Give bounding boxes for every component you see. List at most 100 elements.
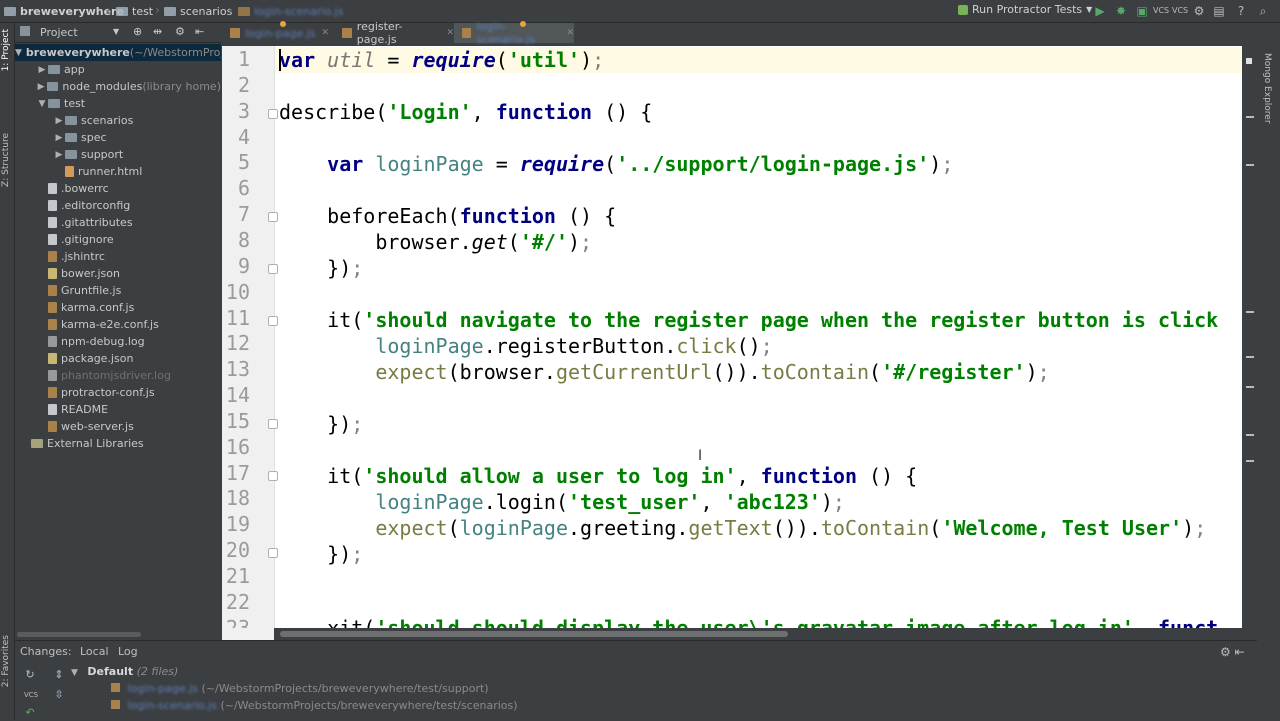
sync-icon[interactable]: ⊕ [133, 25, 142, 38]
chevron-right-icon[interactable]: ▶ [53, 133, 65, 143]
project-tree-item[interactable]: karma.conf.js [15, 299, 221, 316]
vcs-update-icon[interactable]: VCS [1153, 4, 1169, 18]
breadcrumb-file[interactable]: login-scenario.js [238, 4, 343, 18]
debug-icon[interactable]: ✸ [1114, 4, 1128, 18]
project-tree-item[interactable]: ▼breweverywhere (~/WebstormProjects/brew… [15, 44, 221, 61]
editor-horizontal-scrollbar[interactable] [222, 628, 1242, 640]
project-tree-item[interactable]: .jshintrc [15, 248, 221, 265]
run-configuration-select[interactable]: Run Protractor Tests ▼ [958, 3, 1092, 16]
project-tree-item[interactable]: bower.json [15, 265, 221, 282]
chevron-right-icon[interactable]: ▶ [35, 82, 47, 92]
code-editor[interactable]: 1 2 3 4 5 6 7 8 9 10 11 12 13 14 15 16 17 18 19 20 21 22 23 va… [222, 46, 1242, 628]
fold-marker-icon[interactable] [268, 548, 278, 559]
project-tree-item[interactable]: README [15, 401, 221, 418]
tab-label: register-page.js [356, 20, 403, 46]
project-tree-item[interactable]: package.json [15, 350, 221, 367]
gear-icon[interactable]: ⚙ ⇤ [1220, 645, 1245, 659]
project-tree-item[interactable]: ▶ app [15, 61, 221, 78]
project-tree-item[interactable]: ▶ node_modules (library home) [15, 78, 221, 95]
change-marker[interactable] [1246, 460, 1254, 462]
editor-error-stripe[interactable] [1242, 46, 1256, 628]
change-marker[interactable] [1246, 356, 1254, 358]
project-tree-item[interactable]: npm-debug.log [15, 333, 221, 350]
fold-marker-icon[interactable] [268, 263, 278, 274]
change-marker[interactable] [1246, 386, 1254, 388]
project-tool-button[interactable]: 1: Project [1, 29, 11, 71]
scrollbar-thumb[interactable] [280, 631, 788, 637]
fold-marker-icon[interactable] [268, 470, 278, 481]
breadcrumb-scenarios[interactable]: scenarios [164, 4, 232, 18]
gear-icon[interactable]: ⚙ [175, 25, 185, 38]
tab-log[interactable]: Log [118, 645, 138, 658]
project-tree-item[interactable]: .gitignore [15, 231, 221, 248]
rollback-icon[interactable]: ↶ [24, 707, 36, 719]
search-icon[interactable]: ⌕ [1256, 4, 1270, 18]
tree-item-label: karma.conf.js [61, 301, 135, 314]
project-tree-item[interactable]: karma-e2e.conf.js [15, 316, 221, 333]
project-structure-icon[interactable]: ▤ [1212, 4, 1226, 18]
tab-label: login-page.js [245, 26, 316, 40]
project-tree-item[interactable]: runner.html [15, 163, 221, 180]
tree-item-label: External Libraries [47, 437, 144, 450]
changed-file-row[interactable]: login-page.js (~/WebstormProjects/brewev… [111, 682, 489, 695]
project-tree-item[interactable]: ▶ spec [15, 129, 221, 146]
collapse-icon[interactable]: ⇹ [153, 25, 162, 38]
close-icon[interactable]: ✕ [566, 28, 574, 38]
tree-item-label: bower.json [61, 267, 120, 280]
project-horizontal-scrollbar[interactable] [15, 629, 221, 639]
project-tree-item[interactable]: protractor-conf.js [15, 384, 221, 401]
chevron-right-icon[interactable]: ▶ [36, 65, 48, 75]
favorites-tool-button[interactable]: 2: Favorites [1, 635, 11, 687]
hide-icon[interactable]: ⇤ [195, 25, 204, 38]
tab-local[interactable]: Local [80, 645, 109, 658]
change-marker[interactable] [1246, 434, 1254, 436]
structure-tool-button[interactable]: Z: Structure [1, 133, 11, 187]
project-tree-item[interactable]: .editorconfig [15, 197, 221, 214]
chevron-right-icon[interactable]: ▶ [53, 150, 65, 160]
breadcrumb-test[interactable]: test [116, 4, 153, 18]
changelist-default[interactable]: ▼ Default (2 files) [71, 665, 178, 678]
breadcrumb-label: login-scenario.js [254, 4, 344, 18]
change-marker[interactable] [1246, 116, 1254, 118]
tree-item-label: .gitignore [61, 233, 114, 246]
vcs-commit-icon[interactable]: VCS [24, 689, 38, 701]
help-icon[interactable]: ? [1234, 4, 1248, 18]
run-icon[interactable]: ▶ [1093, 4, 1107, 18]
project-view-select[interactable]: Project [40, 26, 78, 39]
js-file-icon [342, 28, 352, 38]
project-tree-item[interactable]: ▶ support [15, 146, 221, 163]
vcs-commit-icon[interactable]: VCS [1172, 4, 1188, 18]
chevron-down-icon[interactable]: ▼ [113, 27, 119, 36]
expand-all-icon[interactable]: ⇕ [53, 669, 65, 681]
refresh-icon[interactable]: ↻ [24, 669, 36, 681]
project-tree-item[interactable]: External Libraries [15, 435, 221, 452]
mongo-explorer-button[interactable]: Mongo Explorer [1262, 53, 1272, 124]
project-tree-item[interactable]: web-server.js [15, 418, 221, 435]
project-tree-item[interactable]: phantomjsdriver.log [15, 367, 221, 384]
project-tree-item[interactable]: ▼ test [15, 95, 221, 112]
line-number: 19 [225, 512, 250, 537]
fold-marker-icon[interactable] [268, 212, 278, 223]
changed-file-row[interactable]: login-scenario.js (~/WebstormProjects/br… [111, 699, 518, 712]
close-icon[interactable]: ✕ [322, 28, 330, 38]
project-tree-item[interactable]: Gruntfile.js [15, 282, 221, 299]
coverage-icon[interactable]: ▣ [1135, 4, 1149, 18]
project-tree-item[interactable]: ▶ scenarios [15, 112, 221, 129]
tab-login-scenario[interactable]: login-scenario.js ✕ [454, 20, 574, 46]
tab-login-page[interactable]: login-page.js ✕ [222, 23, 334, 43]
project-tree-item[interactable]: .bowerrc [15, 180, 221, 197]
collapse-all-icon[interactable]: ⇳ [53, 689, 65, 701]
fold-marker-icon[interactable] [268, 108, 278, 119]
close-icon[interactable]: ✕ [446, 28, 454, 38]
change-marker[interactable] [1246, 164, 1254, 166]
fold-marker-icon[interactable] [268, 418, 278, 429]
project-tree-item[interactable]: .gitattributes [15, 214, 221, 231]
change-marker[interactable] [1246, 311, 1254, 313]
chevron-right-icon[interactable]: ▶ [53, 116, 65, 126]
settings-icon[interactable]: ⚙ [1192, 4, 1206, 18]
chevron-down-icon[interactable]: ▼ [36, 99, 48, 109]
chevron-down-icon[interactable]: ▼ [15, 48, 22, 58]
tab-register-page[interactable]: register-page.js ✕ [334, 20, 454, 46]
js-file-icon [462, 28, 472, 38]
fold-marker-icon[interactable] [268, 315, 278, 326]
